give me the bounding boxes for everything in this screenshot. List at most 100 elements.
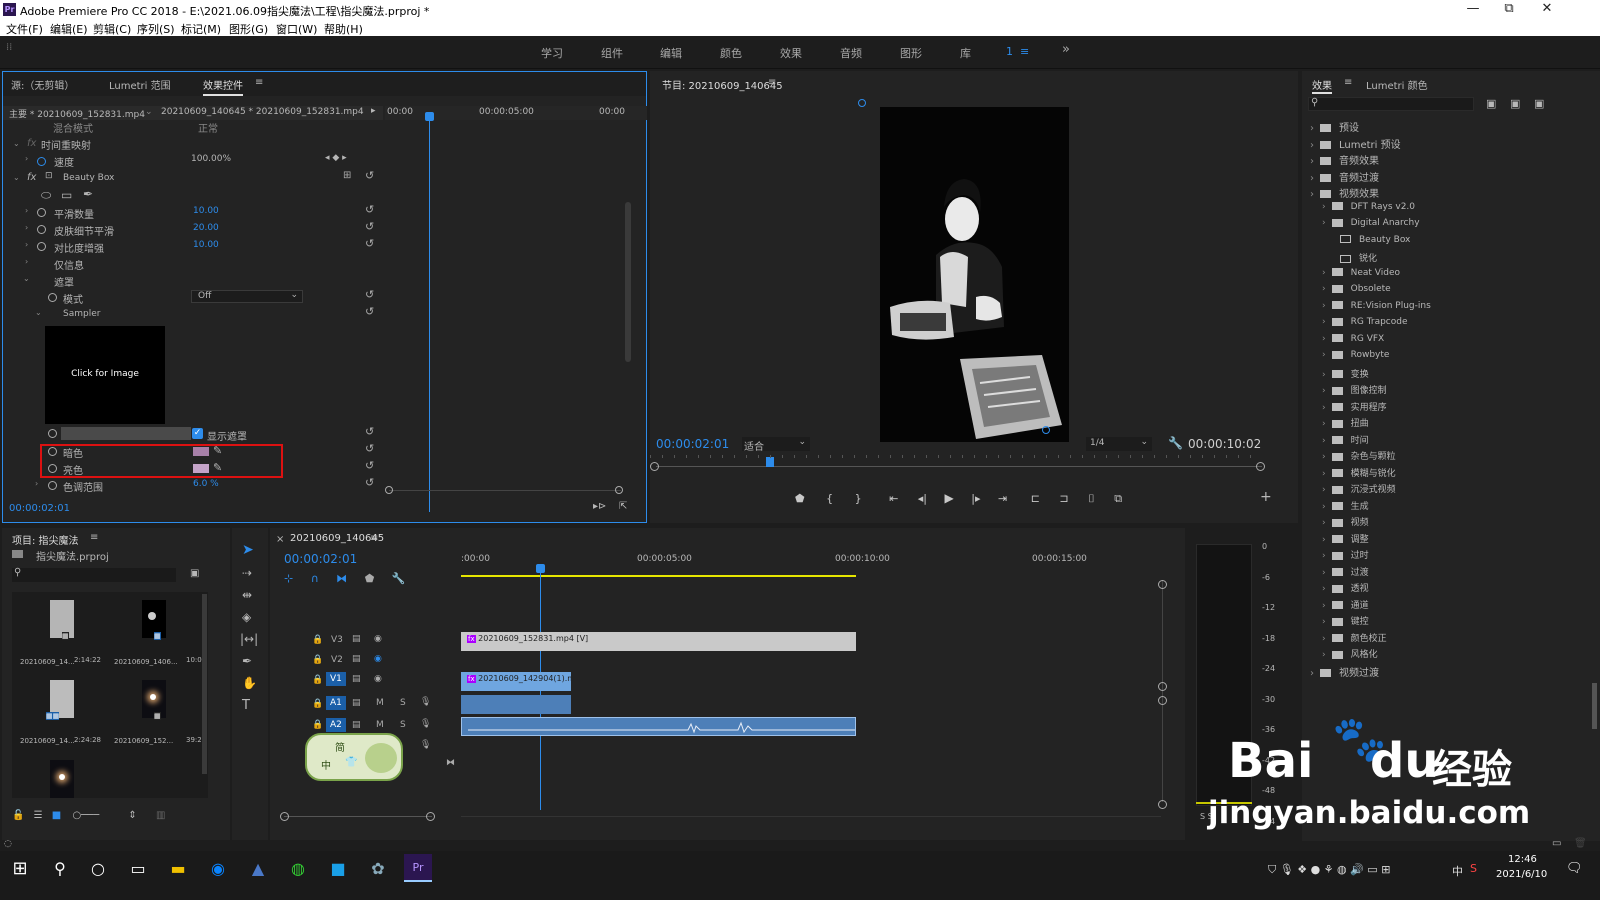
tab-effects[interactable]: 效果 [1312,77,1332,94]
chevron-right-icon[interactable]: › [1322,650,1326,660]
reset-icon[interactable]: ↺ [365,425,374,438]
effects-tree-item[interactable]: › 透视 [1322,581,1369,594]
sample-color-swatch[interactable] [61,427,191,440]
sampler-image-box[interactable]: Click for Image [45,326,165,424]
mic-icon[interactable]: 🎙 [420,719,431,729]
effects-tree-item[interactable]: › 过渡 [1322,565,1369,578]
reset-icon[interactable]: ↺ [365,288,374,301]
timeline-ruler[interactable]: :00:00 00:00:05:00 00:00:10:00 00:00:15:… [461,550,1161,576]
stopwatch-icon[interactable] [48,429,57,438]
sync-lock-icon[interactable]: ▤ [352,654,361,664]
mute-button[interactable]: M [376,698,384,708]
track-label-v1[interactable]: V1 [326,672,346,686]
effects-tree-item[interactable]: 锐化 [1334,251,1377,264]
new-item-icon[interactable]: ▭ [1552,838,1561,849]
sync-lock-icon[interactable]: ▤ [352,634,361,644]
sequence-clip-label[interactable]: 20210609_140645 * 20210609_152831.mp4 [161,107,364,117]
chevron-right-icon[interactable]: › [1322,370,1326,380]
clip-v3[interactable]: fx 20210609_152831.mp4 [V] [461,632,856,651]
list-view-icon[interactable]: ☰ [34,810,43,821]
stopwatch-icon[interactable] [37,208,46,217]
chevron-right-icon[interactable]: › [35,479,38,488]
chevron-right-icon[interactable]: › [1322,502,1326,512]
effects-tree-item[interactable]: › 音频效果 [1310,152,1379,167]
panel-menu-icon[interactable]: ≡ [370,533,378,544]
effects-tree-item[interactable]: › 调整 [1322,532,1369,545]
chevron-right-icon[interactable]: › [1322,617,1326,627]
workspace-audio[interactable]: 音频 [840,45,862,61]
hand-icon[interactable]: ✋ [242,676,257,690]
program-timecode[interactable]: 00:00:02:01 [656,437,729,451]
chevron-right-icon[interactable]: › [1322,419,1326,429]
eye-icon[interactable]: ◉ [374,634,382,644]
ec-playhead-handle[interactable] [425,112,434,121]
timeline-playhead-handle[interactable] [536,564,545,573]
timeline-settings-icon[interactable]: 🔧 [392,572,406,585]
effects-tree-item[interactable]: › 杂色与颗粒 [1322,449,1396,462]
lock-icon[interactable]: 🔓 [12,810,24,821]
add-marker-icon[interactable]: ⬟ [365,572,375,585]
stopwatch-icon[interactable] [37,242,46,251]
nest-icon[interactable]: ⊹ [284,572,293,585]
camera-icon[interactable]: ⌷ [1088,492,1095,505]
chevron-right-icon[interactable]: › [1322,386,1326,396]
menu-window[interactable]: 窗口(W) [276,21,317,37]
ime-chinese-mode[interactable]: 中 [321,757,331,772]
chevron-down-icon[interactable]: ⌄ [35,308,42,317]
tab-lumetri-color[interactable]: Lumetri 颜色 [1366,77,1428,92]
reset-icon[interactable]: ↺ [365,169,374,182]
scrub-handle-right[interactable] [1256,462,1265,471]
chevron-right-icon[interactable]: › [25,240,28,249]
chevron-right-icon[interactable]: › [1322,518,1326,528]
chevron-right-icon[interactable]: › [1310,140,1314,151]
sync-lock-icon[interactable]: ▤ [352,720,361,730]
clip-v1[interactable]: fx 20210609_142904(1).mp4 [V] [461,672,571,691]
workspace-libraries[interactable]: 库 [960,45,971,61]
program-playhead[interactable] [766,457,774,467]
chevron-right-icon[interactable]: › [25,154,28,163]
ime-shirt-icon[interactable]: 👕 [345,757,357,768]
sort-icon[interactable]: ⇕ [128,810,136,821]
timeline-timecode[interactable]: 00:00:02:01 [284,552,357,566]
eyedropper-icon[interactable]: ✎ [213,444,222,457]
anchor-point-icon[interactable] [1042,426,1050,434]
effects-tree-item[interactable]: › 颜色校正 [1322,631,1387,644]
marker-icon[interactable]: ⬟ [795,492,805,505]
effects-tree-item[interactable]: › RG VFX [1322,334,1384,344]
lift-icon[interactable]: ⊏ [1031,492,1040,505]
checkbox-checked-icon[interactable]: ✓ [192,428,203,439]
rect-mask-icon[interactable]: ▭ [61,188,72,202]
add-button-icon[interactable]: + [1260,489,1272,505]
lock-icon[interactable]: 🔒 [312,720,323,730]
ec-zoom-bar[interactable] [389,490,621,491]
lock-icon[interactable]: 🔒 [312,655,323,665]
workspace-effects[interactable]: 效果 [780,45,802,61]
cortana-icon[interactable]: ○ [84,854,112,882]
skin-detail-value[interactable]: 20.00 [193,223,219,233]
effects-tree-item[interactable]: › 图像控制 [1322,383,1387,396]
master-clip-label[interactable]: 主要 * 20210609_152831.mp4 [9,107,145,120]
project-search-input[interactable]: ⚲ [12,567,176,582]
stopwatch-icon[interactable] [37,157,46,166]
track-label-a1[interactable]: A1 [326,696,346,710]
tab-menu-icon[interactable]: ≡ [1344,77,1352,88]
work-area-bar[interactable] [461,575,856,577]
menu-marker[interactable]: 标记(M) [181,21,221,37]
effects-tree-item[interactable]: › 视频 [1322,515,1369,528]
effects-tree-item[interactable]: › 通道 [1322,598,1369,611]
chevron-right-icon[interactable]: › [1322,268,1326,278]
lock-icon[interactable]: 🔒 [312,675,323,685]
mask-add-icon[interactable]: ⊞ [343,170,351,181]
pen-icon[interactable]: ✒ [242,654,252,668]
app-icon[interactable]: ■ [324,854,352,882]
mic-icon[interactable]: 🎙 [420,740,431,750]
workspace-menu-icon[interactable]: ≡ [1020,45,1029,58]
workspace-color[interactable]: 颜色 [720,45,742,61]
effects-tree-item[interactable]: › 扭曲 [1322,416,1369,429]
reset-icon[interactable]: ↺ [365,203,374,216]
close-tab-icon[interactable]: × [276,534,284,545]
vscroll-handle[interactable] [1158,682,1167,691]
export-icon[interactable]: ⇱ [619,501,627,512]
stopwatch-icon[interactable] [48,464,57,473]
icon-view-icon[interactable]: ■ [52,810,61,821]
